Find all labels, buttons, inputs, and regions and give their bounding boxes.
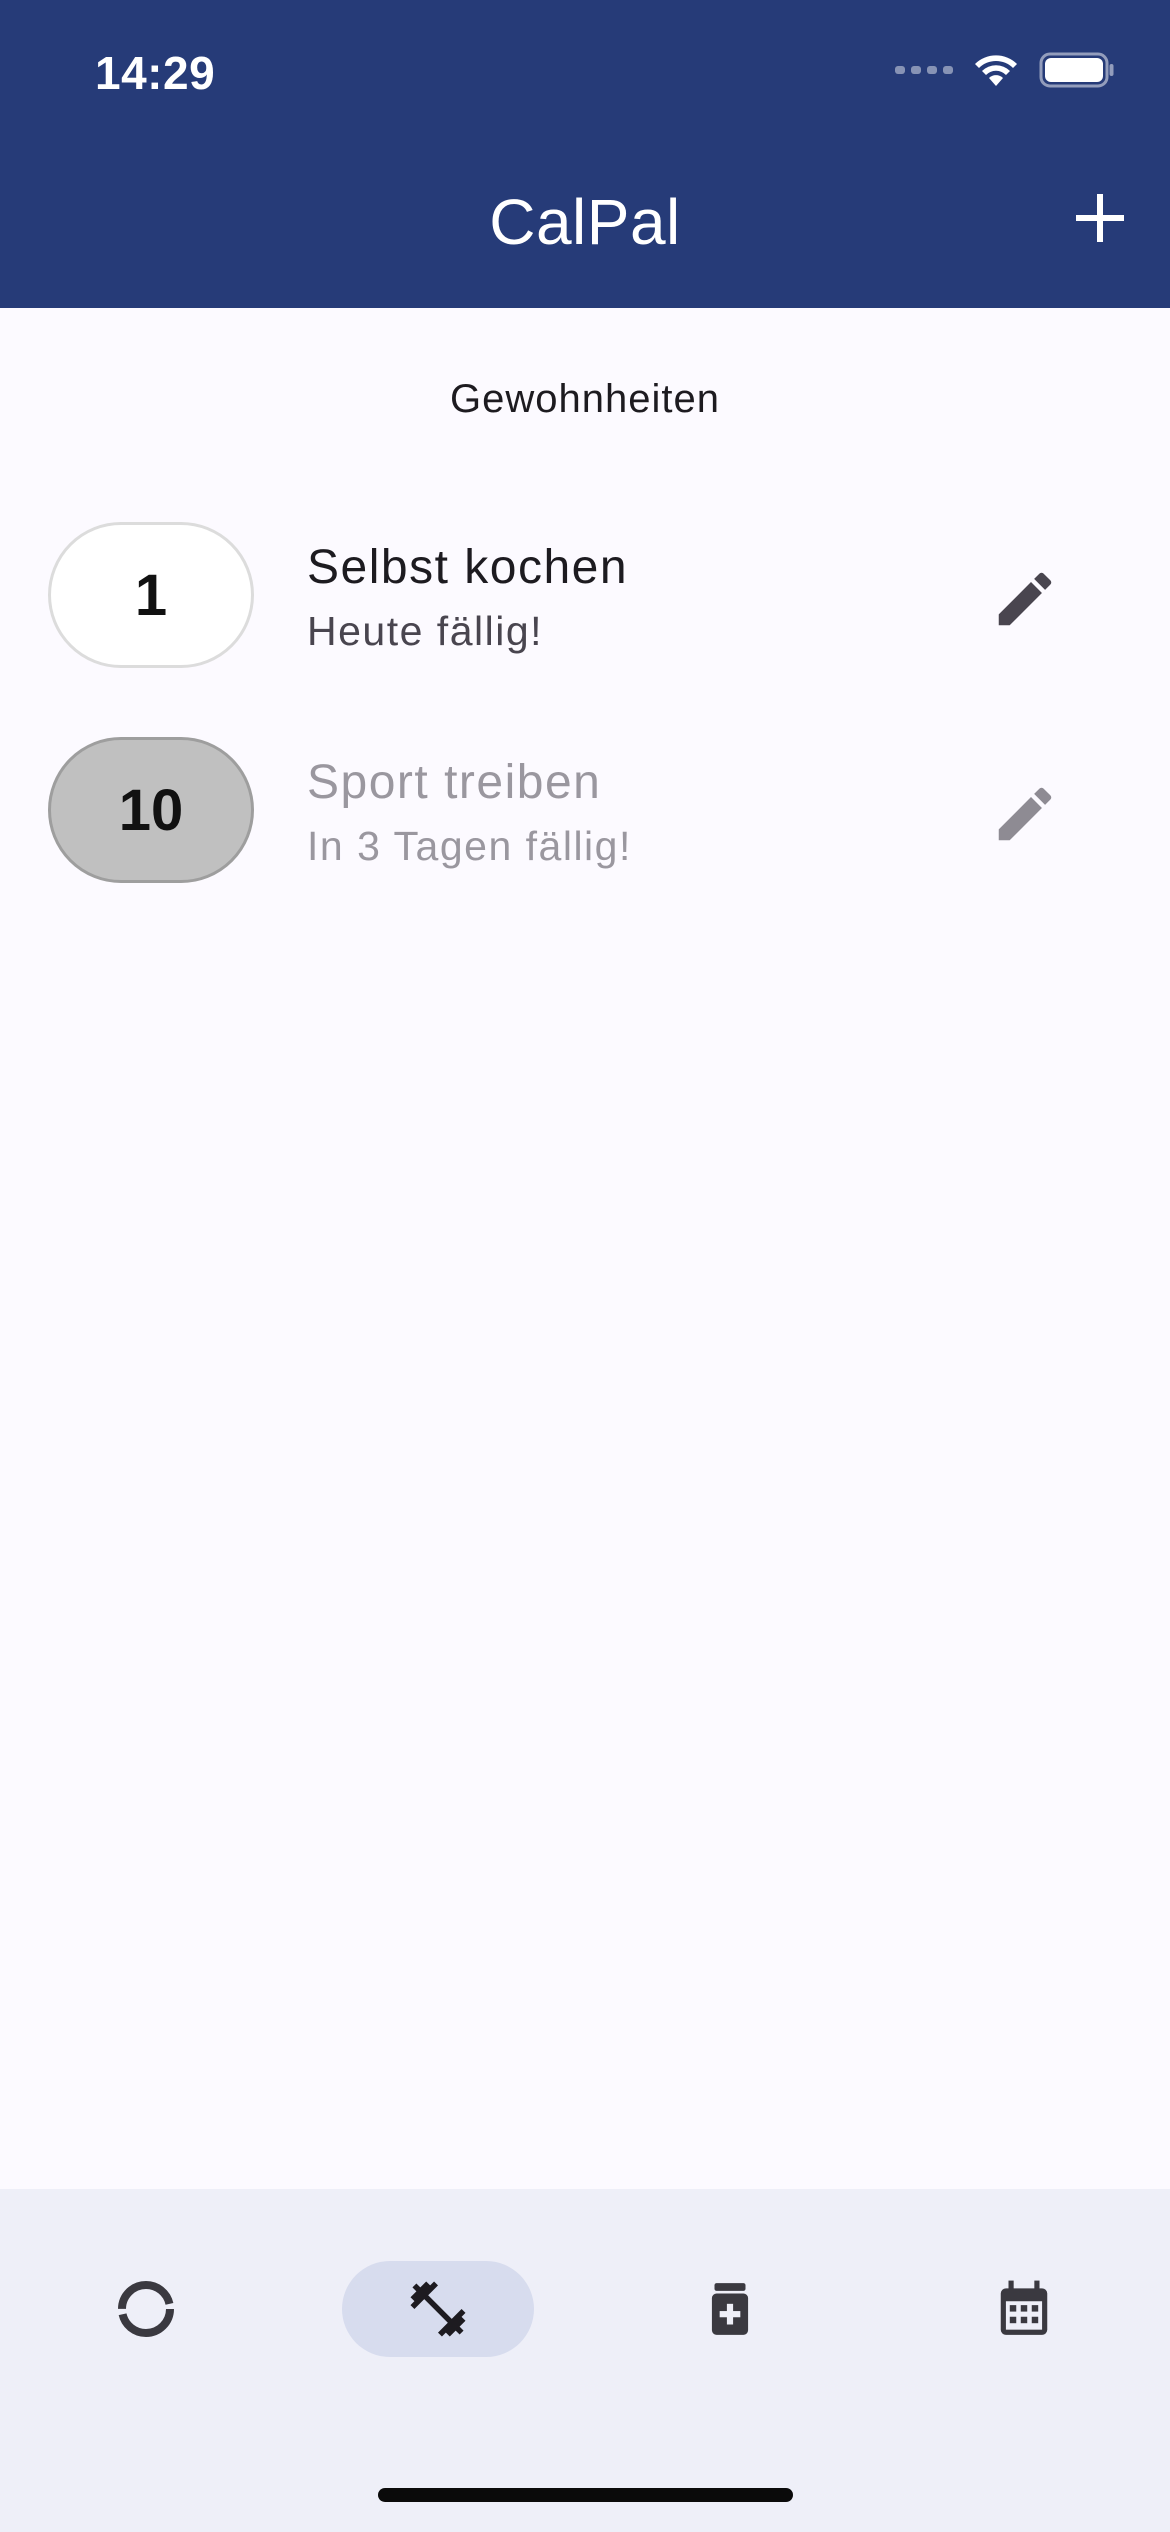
progress-ring-icon [118,2281,174,2337]
habit-row: 10 Sport treiben In 3 Tagen fällig! [0,733,1170,893]
edit-pencil-icon [998,572,1052,626]
fitness-dumbbell-icon [410,2281,466,2337]
nav-item-medication[interactable] [634,2261,826,2357]
habits-screen: 14:29 CalPal Gewohnheiten 1 Selbst koche… [0,0,1170,2532]
edit-pencil-icon [998,787,1052,841]
home-indicator [378,2488,793,2502]
habit-counter-button[interactable]: 10 [48,737,254,883]
plus-icon [1076,194,1124,242]
battery-icon [1039,52,1114,88]
cellular-signal-icon [895,66,953,74]
medication-icon [711,2283,749,2335]
habit-due-text: Heute fällig! [307,608,544,654]
app-title: CalPal [489,186,681,258]
habit-name: Sport treiben [307,756,602,809]
bottom-navigation-bar [0,2189,1170,2532]
habit-counter-button[interactable]: 1 [48,522,254,668]
nav-item-progress[interactable] [50,2261,242,2357]
nav-item-calendar[interactable] [928,2261,1120,2357]
habit-row: 1 Selbst kochen Heute fällig! [0,518,1170,678]
habit-due-text: In 3 Tagen fällig! [307,823,632,869]
edit-habit-button[interactable] [990,779,1060,849]
nav-item-habits[interactable] [342,2261,534,2357]
add-habit-button[interactable] [1072,190,1128,246]
top-app-bar: 14:29 CalPal [0,0,1170,308]
edit-habit-button[interactable] [990,564,1060,634]
status-time: 14:29 [95,47,216,99]
calendar-icon [1000,2280,1048,2335]
section-title: Gewohnheiten [450,377,720,421]
wifi-icon [975,55,1017,86]
habit-name: Selbst kochen [307,541,629,594]
status-icons [895,52,1115,88]
